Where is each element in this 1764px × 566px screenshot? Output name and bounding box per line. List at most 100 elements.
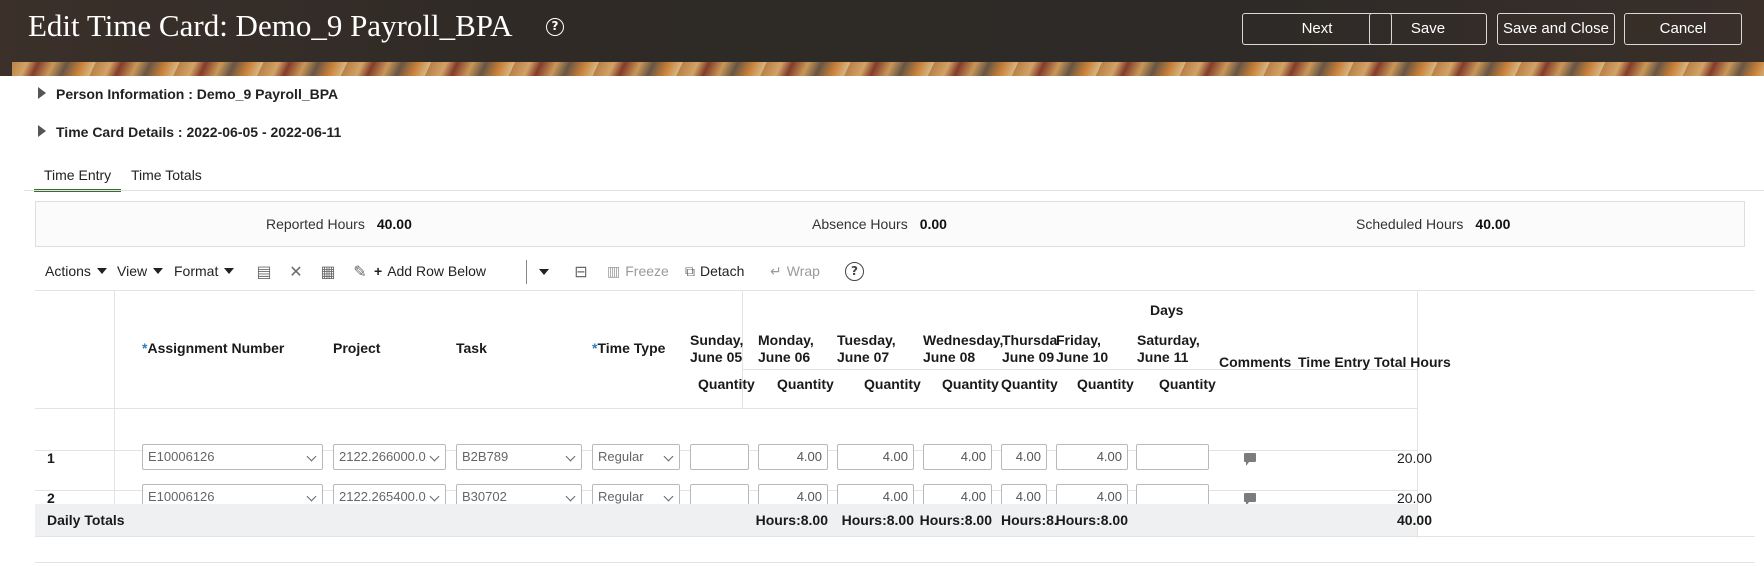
day-header-saturday[interactable]: Saturday, June 11 (1137, 332, 1200, 366)
time-type-value: Regular (598, 449, 644, 464)
edit-pencil-icon[interactable]: ✎ (350, 262, 370, 282)
assignment-number-header-label: Assignment Number (147, 340, 285, 356)
decorative-banner (12, 62, 1764, 76)
view-menu[interactable]: View (117, 263, 164, 279)
quantity-input-wednesday[interactable]: 4.00 (923, 444, 992, 470)
format-label: Format (174, 263, 219, 279)
plus-icon: + (374, 263, 383, 279)
day-header-thursday[interactable]: Thursda June 09 (1002, 332, 1057, 366)
expand-triangle-icon (38, 87, 46, 100)
quantity-input-tuesday[interactable]: 4.00 (837, 444, 914, 470)
question-circle-icon[interactable]: ? (546, 18, 564, 36)
time-card-details-label: Time Card Details : 2022-06-05 - 2022-06… (56, 124, 342, 140)
hours-summary: Reported Hours 40.00 Absence Hours 0.00 Sc… (35, 201, 1745, 247)
person-information-section[interactable]: Person Information : Demo_9 Payroll_BPA (38, 86, 338, 102)
day-date: June 10 (1056, 349, 1109, 365)
task-value: B2B789 (462, 449, 509, 464)
chevron-down-icon (96, 268, 107, 275)
save-button[interactable]: Save (1369, 13, 1487, 45)
quantity-input-saturday[interactable] (1136, 444, 1209, 470)
freeze-button[interactable]: ▥ Freeze (607, 263, 669, 280)
view-label: View (117, 263, 148, 279)
save-and-close-button[interactable]: Save and Close (1497, 13, 1615, 45)
day-name: Monday, (758, 332, 814, 348)
quantity-input-monday[interactable]: 4.00 (758, 444, 828, 470)
page-header: Edit Time Card: Demo_9 Payroll_BPA ? Nex… (0, 0, 1764, 76)
detach-button[interactable]: ⧉ Detach (685, 263, 744, 280)
day-header-sunday[interactable]: Sunday, June 05 (690, 332, 743, 366)
wrap-label: Wrap (786, 263, 820, 279)
day-name: Wednesday, (923, 332, 1004, 348)
day-name: Saturday, (1137, 332, 1200, 348)
total-hours-header: Time Entry Total Hours (1298, 354, 1451, 370)
cancel-button[interactable]: Cancel (1624, 13, 1742, 45)
help-icon[interactable]: ? (845, 262, 864, 281)
add-row-below-label: Add Row Below (387, 263, 487, 279)
day-date: June 08 (923, 349, 976, 365)
task-header[interactable]: Task (456, 340, 487, 357)
grid-line (35, 536, 1755, 537)
add-row-dropdown-icon[interactable] (539, 269, 549, 275)
row-number: 1 (47, 450, 55, 466)
time-type-header[interactable]: *Time Type (592, 340, 665, 357)
add-row-below-button[interactable]: + Add Row Below (374, 263, 486, 279)
row-total-hours: 20.00 (1396, 450, 1432, 466)
table-toolbar: Actions View Format ▤ ✕ ▦ ✎ + Add Row Bel… (35, 254, 1755, 290)
detach-icon: ⧉ (685, 263, 695, 279)
quantity-subheader: Quantity (1001, 376, 1058, 392)
comment-icon[interactable] (1244, 453, 1256, 466)
chevron-down-icon (224, 268, 235, 275)
person-information-label: Person Information : Demo_9 Payroll_BPA (56, 86, 339, 102)
time-card-details-section[interactable]: Time Card Details : 2022-06-05 - 2022-06… (38, 124, 341, 140)
day-date: June 07 (837, 349, 890, 365)
tab-time-totals[interactable]: Time Totals (121, 164, 212, 192)
day-header-monday[interactable]: Monday, June 06 (758, 332, 814, 366)
day-header-wednesday[interactable]: Wednesday, June 08 (923, 332, 1003, 366)
quantity-subheader: Quantity (864, 376, 921, 392)
task-value: B30702 (462, 489, 507, 504)
scheduled-hours: Scheduled Hours 40.00 (1356, 216, 1510, 232)
comments-header: Comments (1219, 354, 1292, 370)
detach-label: Detach (700, 263, 745, 279)
comment-icon[interactable] (1244, 493, 1256, 506)
quantity-subheader: Quantity (1077, 376, 1134, 392)
day-name: Tuesday, (837, 332, 896, 348)
day-header-tuesday[interactable]: Tuesday, June 07 (837, 332, 896, 366)
format-menu[interactable]: Format (174, 263, 235, 279)
time-type-select[interactable]: Regular (592, 444, 680, 470)
main-content: Person Information : Demo_9 Payroll_BPA … (12, 76, 1764, 566)
filter-icon[interactable]: ⊟ (571, 262, 591, 282)
reported-hours-label: Reported Hours (266, 216, 365, 232)
assignment-number-header[interactable]: *Assignment Number (142, 340, 284, 357)
grid-line (35, 290, 1755, 291)
freeze-icon: ▥ (607, 263, 621, 279)
reported-hours-value: 40.00 (376, 216, 412, 232)
tab-time-entry[interactable]: Time Entry (34, 164, 122, 192)
copy-icon[interactable]: ▤ (254, 262, 274, 282)
actions-menu[interactable]: Actions (45, 263, 107, 279)
grid-line (114, 290, 115, 504)
quantity-input-thursday[interactable]: 4.00 (1001, 444, 1047, 470)
day-name: Thursda (1002, 332, 1058, 348)
project-select[interactable]: 2122.266000.01 (333, 444, 446, 470)
absence-hours-value: 0.00 (919, 216, 947, 232)
tab-divider (24, 190, 1764, 191)
delete-icon[interactable]: ✕ (286, 262, 306, 282)
table-grid-icon[interactable]: ▦ (318, 262, 338, 282)
assignment-number-select[interactable]: E10006126 (142, 444, 323, 470)
actions-label: Actions (45, 263, 91, 279)
scheduled-hours-value: 40.00 (1475, 216, 1511, 232)
quantity-input-sunday[interactable] (690, 444, 749, 470)
absence-hours-label: Absence Hours (812, 216, 908, 232)
assignment-number-value: E10006126 (148, 489, 215, 504)
project-value: 2122.265400.01 (339, 489, 433, 504)
quantity-input-friday[interactable]: 4.00 (1056, 444, 1128, 470)
quantity-subheader: Quantity (1159, 376, 1216, 392)
daily-totals-label: Daily Totals (47, 512, 125, 528)
project-header[interactable]: Project (333, 340, 380, 357)
day-header-friday[interactable]: Friday, June 10 (1056, 332, 1108, 366)
wrap-button[interactable]: ↵ Wrap (770, 263, 820, 280)
task-select[interactable]: B2B789 (456, 444, 582, 470)
scheduled-hours-label: Scheduled Hours (1356, 216, 1464, 232)
daily-total-hours: 40.00 (1396, 512, 1432, 528)
